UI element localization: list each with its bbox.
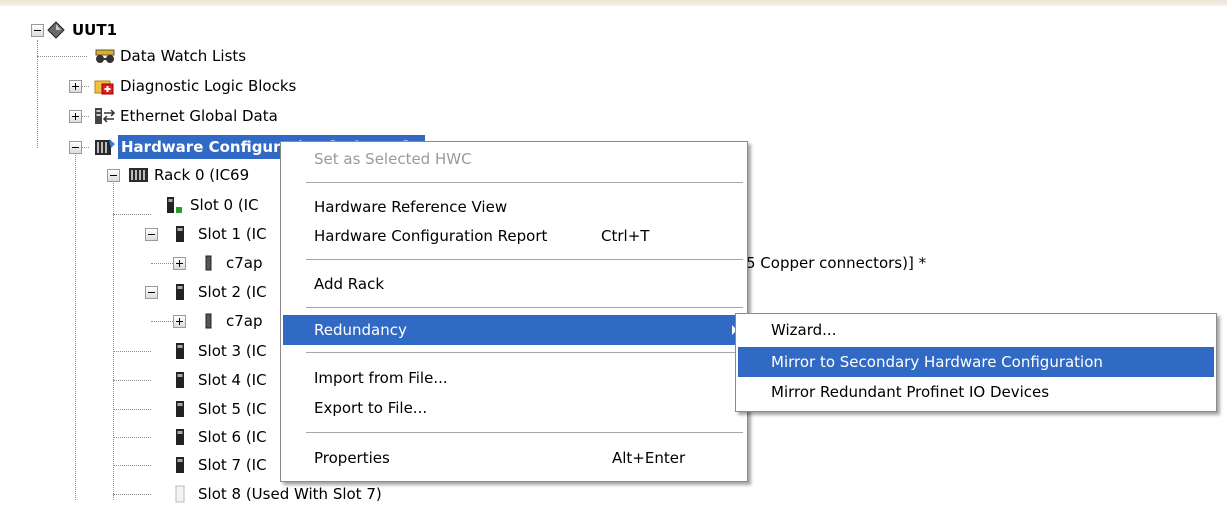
collapse-toggle-rack0[interactable] — [107, 169, 120, 182]
menu-item-shortcut: Alt+Enter — [612, 449, 686, 467]
network-icon — [94, 107, 116, 125]
tree-line — [113, 180, 114, 500]
tree-line — [113, 351, 151, 352]
tree-line — [37, 56, 87, 57]
tree-line — [113, 465, 151, 466]
collapse-toggle-slot1[interactable] — [145, 228, 158, 241]
menu-item-mirror-profinet[interactable]: Mirror Redundant Profinet IO Devices — [738, 378, 1214, 407]
tree-node-label: Slot 4 (IC — [198, 371, 267, 389]
rack-icon — [128, 166, 150, 184]
menu-separator — [306, 182, 743, 183]
menu-item-wizard[interactable]: Wizard... — [738, 316, 1214, 345]
menu-item-redundancy[interactable]: Redundancy — [283, 315, 745, 345]
trailing-label: 5 Copper connectors)] * — [746, 254, 927, 272]
menu-item-label: Wizard... — [771, 321, 837, 339]
menu-item-label: Import from File... — [314, 369, 448, 387]
menu-item-label: Mirror Redundant Profinet IO Devices — [771, 383, 1050, 401]
submodule-icon — [200, 312, 222, 330]
tree-node-label: Diagnostic Logic Blocks — [120, 77, 297, 95]
menu-item-label: Mirror to Secondary Hardware Configurati… — [771, 353, 1103, 371]
hardware-config-icon — [94, 138, 116, 156]
tree-node-label: Slot 5 (IC — [198, 400, 267, 418]
collapse-toggle-uut1[interactable] — [31, 24, 44, 37]
menu-item-label: Export to File... — [314, 399, 428, 417]
tree-line — [113, 494, 151, 495]
module-icon — [172, 342, 194, 360]
menu-item-label: Hardware Configuration Report — [314, 227, 548, 245]
menu-item-label: Hardware Reference View — [314, 198, 508, 216]
diagnostic-folder-icon — [94, 77, 116, 95]
tree-node-label: Rack 0 (IC69 — [154, 166, 250, 184]
top-edge — [0, 0, 1227, 6]
menu-item-label: Redundancy — [314, 321, 407, 339]
glasses-icon — [94, 47, 116, 65]
tree-line — [113, 214, 151, 215]
menu-item-label: Add Rack — [314, 275, 385, 293]
tree-node-ethernet-global-data[interactable]: Ethernet Global Data — [94, 104, 394, 128]
tree-node-slot-8[interactable]: Slot 8 (Used With Slot 7) — [172, 482, 472, 506]
tree-node-label: Slot 8 (Used With Slot 7) — [198, 485, 382, 503]
module-icon — [172, 371, 194, 389]
tree-node-label: Data Watch Lists — [120, 47, 247, 65]
menu-separator — [306, 352, 743, 353]
menu-separator — [306, 259, 743, 260]
tree-line — [75, 150, 76, 500]
collapse-toggle-hwc[interactable] — [69, 141, 82, 154]
tree-line — [113, 437, 151, 438]
expand-toggle-ethernet[interactable] — [69, 110, 82, 123]
tree-node-data-watch-lists[interactable]: Data Watch Lists — [94, 44, 394, 68]
module-icon — [172, 225, 194, 243]
menu-item-set-selected-hwc[interactable]: Set as Selected HWC — [283, 145, 745, 174]
menu-separator — [306, 307, 743, 308]
tree-node-label: UUT1 — [72, 21, 118, 39]
module-icon — [164, 196, 186, 214]
collapse-toggle-slot2[interactable] — [145, 286, 158, 299]
tree-node-diagnostic-logic-blocks[interactable]: Diagnostic Logic Blocks — [94, 74, 394, 98]
tree-node-label: Slot 7 (IC — [198, 456, 267, 474]
menu-item-shortcut: Ctrl+T — [601, 227, 650, 245]
tree-node-label: Ethernet Global Data — [120, 107, 278, 125]
menu-item-properties[interactable]: Properties Alt+Enter — [283, 444, 745, 473]
module-icon — [172, 456, 194, 474]
redundancy-submenu[interactable]: Wizard... Mirror to Secondary Hardware C… — [735, 313, 1217, 412]
tree-line — [113, 380, 151, 381]
tree-node-uut1[interactable]: UUT1 — [46, 18, 246, 42]
tree-node-label: Slot 6 (IC — [198, 428, 267, 446]
diamond-icon — [46, 21, 68, 39]
menu-item-hardware-reference-view[interactable]: Hardware Reference View — [283, 193, 745, 222]
tree-node-label: Slot 1 (IC — [198, 225, 267, 243]
context-menu[interactable]: Set as Selected HWC Hardware Reference V… — [280, 141, 748, 482]
menu-separator — [306, 432, 743, 433]
module-icon — [172, 400, 194, 418]
tree-node-label: Slot 2 (IC — [198, 283, 267, 301]
empty-slot-icon — [172, 485, 194, 503]
menu-item-add-rack[interactable]: Add Rack — [283, 270, 745, 299]
tree-line — [113, 409, 151, 410]
tree-node-trailing-text: 5 Copper connectors)] * — [746, 251, 1046, 275]
menu-item-import-from-file[interactable]: Import from File... — [283, 364, 745, 393]
expand-toggle-c7ap-2[interactable] — [173, 315, 186, 328]
menu-item-hardware-configuration-report[interactable]: Hardware Configuration Report Ctrl+T — [283, 222, 745, 251]
menu-item-mirror-to-secondary[interactable]: Mirror to Secondary Hardware Configurati… — [738, 347, 1214, 377]
menu-item-label: Set as Selected HWC — [314, 150, 472, 168]
menu-item-export-to-file[interactable]: Export to File... — [283, 394, 745, 423]
tree-node-label: c7ap — [226, 254, 263, 272]
submodule-icon — [200, 254, 222, 272]
expand-toggle-c7ap-1[interactable] — [173, 257, 186, 270]
module-icon — [172, 428, 194, 446]
tree-node-label: Slot 3 (IC — [198, 342, 267, 360]
menu-item-label: Properties — [314, 449, 390, 467]
tree-node-label: c7ap — [226, 312, 263, 330]
tree-node-label: Slot 0 (IC — [190, 196, 259, 214]
module-icon — [172, 283, 194, 301]
expand-toggle-diagnostic[interactable] — [69, 80, 82, 93]
